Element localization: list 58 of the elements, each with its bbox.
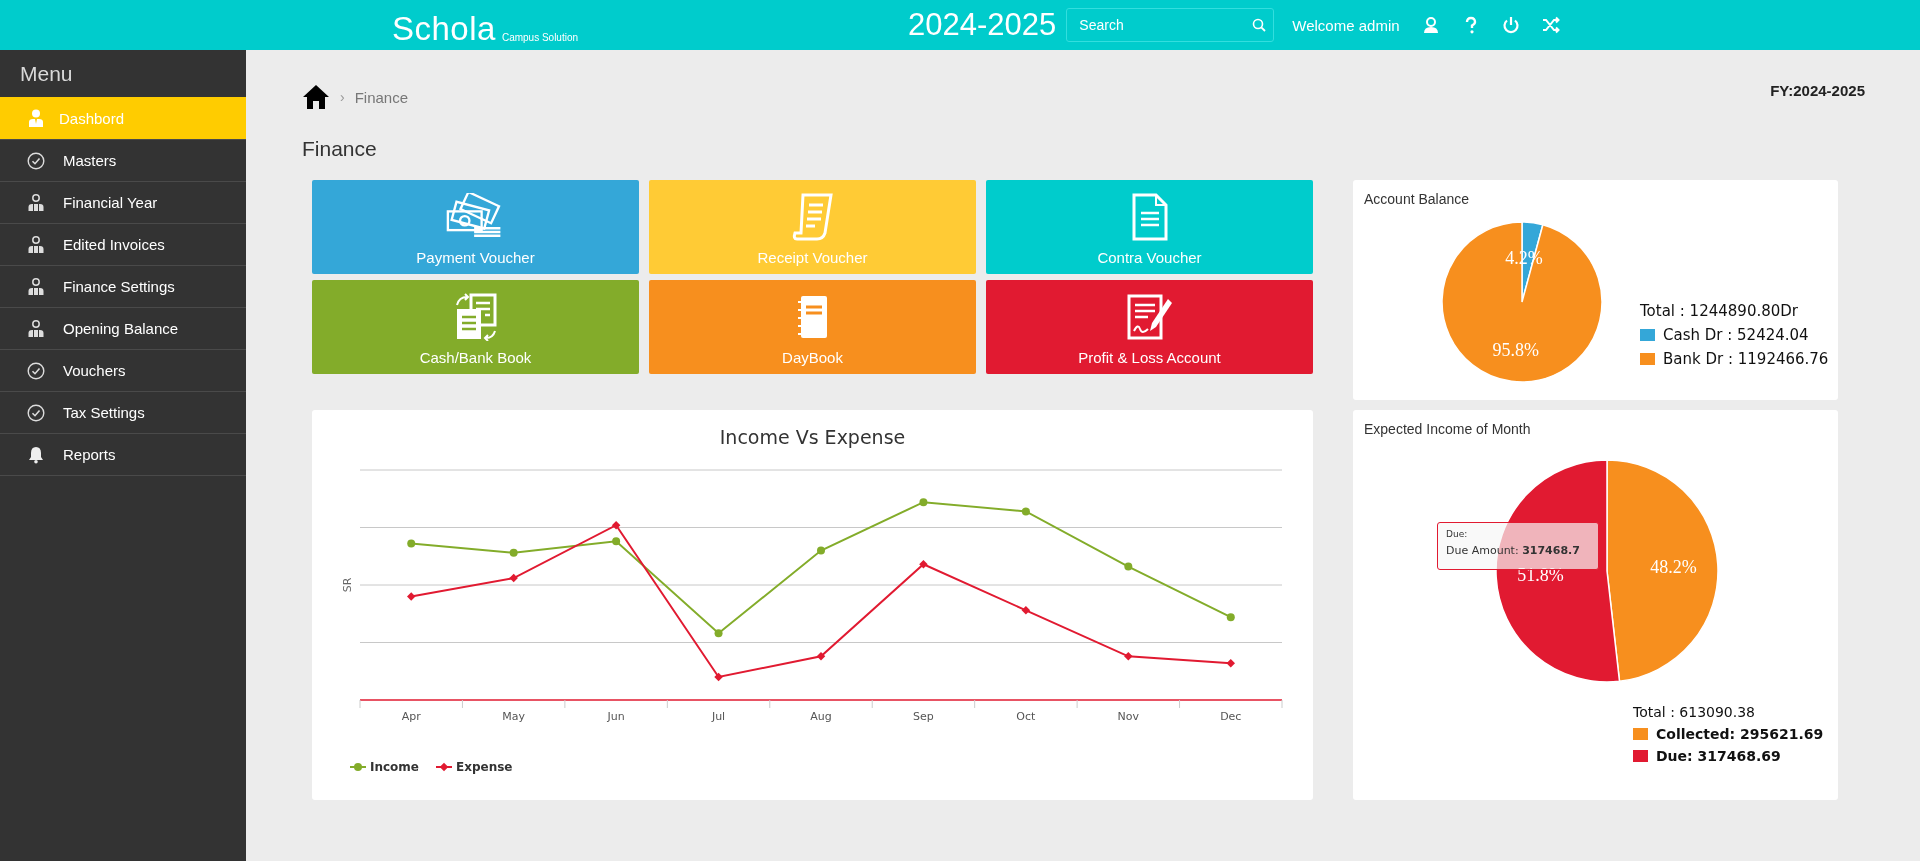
y-axis-label: SR (341, 577, 354, 593)
user-icon (27, 109, 45, 127)
x-axis-label: Dec (1220, 710, 1242, 723)
user-icon[interactable] (1421, 16, 1440, 34)
tooltip-text: Due Amount: 317468.7 (1446, 544, 1580, 558)
search-field[interactable]: Search (1066, 8, 1275, 42)
check-circle-icon (27, 151, 45, 170)
breadcrumb-separator: › (340, 89, 345, 105)
chart-title: Income Vs Expense (719, 426, 906, 448)
breadcrumb-current: Finance (354, 88, 409, 106)
power-icon[interactable] (1501, 16, 1520, 34)
sidebar-item[interactable]: Tax Settings (0, 392, 246, 434)
sidebar-item[interactable]: Finance Settings (0, 266, 246, 308)
module-tile[interactable]: Profit & Loss Account (986, 280, 1313, 374)
users-icon (27, 319, 45, 338)
x-axis-label: Oct (1016, 710, 1036, 723)
legend-label: Bank Dr : 1192466.76 (1663, 350, 1829, 368)
sidebar-item[interactable]: Masters (0, 140, 246, 182)
legend-label: Cash Dr : 52424.04 (1663, 326, 1809, 344)
users-icon (27, 235, 45, 254)
shuffle-icon[interactable] (1541, 16, 1560, 34)
legend-label: Due: 317468.69 (1656, 748, 1781, 764)
welcome-text: Welcome admin (1292, 16, 1400, 34)
home-icon[interactable] (302, 84, 330, 110)
logo: Schola (392, 12, 496, 45)
legend-label[interactable]: Income (370, 760, 419, 774)
card-title: Account Balance (1364, 191, 1470, 207)
sidebar-item[interactable]: Reports (0, 434, 246, 476)
x-axis-label: Jun (607, 710, 625, 723)
x-axis-label: Nov (1117, 710, 1140, 723)
page-title: Finance (302, 137, 378, 161)
x-axis-label: Aug (810, 710, 832, 723)
total-text: Total : 613090.38 (1633, 704, 1757, 720)
card-title: Expected Income of Month (1364, 421, 1531, 437)
x-axis-label: Apr (401, 710, 421, 723)
bell-icon (27, 445, 45, 464)
x-axis-label: Sep (913, 710, 934, 723)
legend-label[interactable]: Expense (456, 760, 513, 774)
sidebar-item[interactable]: Opening Balance (0, 308, 246, 350)
x-axis-label: May (502, 710, 526, 723)
menu-title: Menu (19, 60, 74, 87)
users-icon (27, 277, 45, 296)
slice-label: 95.8% (1492, 339, 1539, 360)
x-axis-label: Jul (711, 710, 726, 723)
slice-label: 48.2% (1650, 557, 1697, 578)
total-text: Total : 1244890.80Dr (1640, 302, 1799, 320)
sidebar-item[interactable]: Financial Year (0, 182, 246, 224)
search-icon[interactable] (1252, 18, 1267, 32)
logo-tagline: Campus Solution (501, 32, 579, 43)
tooltip-title: Due: (1446, 529, 1469, 539)
users-icon (27, 193, 45, 212)
fiscal-year: FY:2024-2025 (1770, 82, 1865, 99)
academic-year: 2024-2025 (908, 7, 1057, 43)
legend-label: Collected: 295621.69 (1656, 726, 1824, 742)
check-circle-icon (27, 403, 45, 422)
sidebar-item[interactable]: Edited Invoices (0, 224, 246, 266)
check-circle-icon (27, 361, 45, 380)
sidebar-item[interactable]: Vouchers (0, 350, 246, 392)
